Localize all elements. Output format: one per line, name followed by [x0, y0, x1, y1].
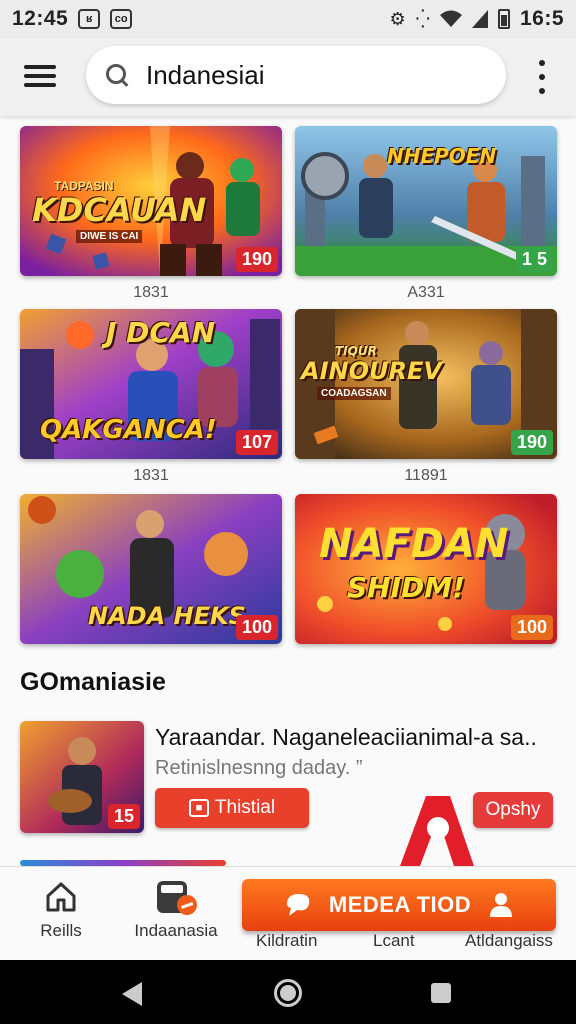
game-badge: 100: [235, 615, 278, 640]
nav-item-kildratin[interactable]: Kildratin: [256, 931, 317, 951]
link-icon: co: [110, 9, 133, 29]
game-subtitle: SHIDM!: [347, 571, 465, 604]
game-title: NHEPOEN: [387, 144, 497, 168]
game-caption: 11891: [404, 467, 448, 484]
featured-subtitle: Retinislnesnng daday. ”: [155, 757, 363, 779]
game-card-6[interactable]: NAFDAN SHIDM! 100: [295, 494, 557, 644]
featured-badge: 15: [107, 804, 140, 829]
install-label: Thistial: [214, 797, 276, 818]
nav-label-store: Indaanasia: [134, 921, 218, 940]
search-input[interactable]: [146, 59, 476, 91]
settings-icon: ⚙: [389, 8, 406, 29]
status-clock: 16:5: [519, 7, 564, 30]
home-circle-icon[interactable]: [274, 979, 302, 1007]
game-caption: 1831: [133, 467, 169, 484]
notification-icon: ʁ: [78, 9, 101, 29]
game-badge: 190: [235, 247, 278, 272]
dots-icon: ⁛: [415, 8, 430, 29]
bottom-navigation: Reills Indaanasia MEDEA TIOD Kildratin L…: [0, 866, 576, 960]
top-app-bar: [0, 38, 576, 116]
game-title: NADA HEKS: [88, 602, 246, 630]
game-badge: 100: [510, 615, 553, 640]
status-left: 12:45 ʁ co: [12, 7, 133, 31]
install-icon: ■: [188, 799, 209, 817]
game-card-2[interactable]: NHEPOEN 1 5: [295, 126, 557, 276]
featured-title: Yaraandar. Naganeleaciianimal-a sa..: [155, 724, 537, 750]
cta-button[interactable]: MEDEA TIOD: [242, 879, 556, 931]
recents-icon[interactable]: [431, 983, 451, 1003]
app-screen: 12:45 ʁ co ⚙ ⁛ 16:5 Indanesiai TADPASIN …: [0, 0, 576, 1024]
game-badge: 107: [235, 430, 278, 455]
more-dot: [539, 60, 545, 66]
user-icon: [490, 893, 513, 917]
more-dot: [539, 74, 545, 80]
menu-line: [24, 74, 56, 78]
install-button[interactable]: ■ Thistial: [155, 788, 309, 828]
signal-icon: [471, 10, 488, 28]
game-card-4[interactable]: TIQUR AINOUREV COADAGSAN 190: [295, 309, 557, 459]
menu-line: [24, 65, 56, 69]
nav-item-store[interactable]: Indaanasia: [128, 877, 224, 941]
game-card-3[interactable]: J DCAN QAKGANCA! 107: [20, 309, 282, 459]
game-badge: 1 5: [515, 247, 553, 272]
status-right: ⚙ ⁛ 16:5: [389, 7, 564, 31]
search-icon: [104, 62, 130, 88]
more-dot: [539, 88, 545, 94]
menu-button[interactable]: [24, 60, 56, 92]
brand-logo-icon: [400, 796, 474, 866]
status-time: 12:45: [12, 7, 69, 30]
battery-icon: [497, 9, 510, 29]
game-title: KDCAUAN: [32, 191, 207, 229]
chat-icon: [286, 894, 310, 916]
game-title: J DCAN: [106, 316, 216, 349]
section-title: GOmaniasie: [20, 668, 166, 696]
nav-label-home: Reills: [40, 921, 82, 940]
search-bar[interactable]: [86, 46, 506, 104]
featured-thumbnail[interactable]: 15: [20, 721, 144, 833]
game-tag: COADAGSAN: [317, 387, 391, 400]
nav-item-atldangaiss[interactable]: Atldangaiss: [465, 931, 553, 951]
game-title: AINOUREV: [301, 357, 442, 385]
open-button[interactable]: Opshy: [473, 792, 553, 828]
more-options-button[interactable]: [535, 60, 549, 94]
wifi-icon: [439, 10, 462, 27]
cta-label: MEDEA TIOD: [328, 892, 472, 917]
game-caption: A331: [407, 284, 445, 301]
home-icon: [36, 877, 86, 917]
system-navigation-bar: [0, 960, 576, 1024]
nav-item-home[interactable]: Reills: [36, 877, 86, 941]
game-card-5[interactable]: NADA HEKS 100: [20, 494, 282, 644]
game-subtitle: QAKGANCA!: [40, 415, 217, 445]
store-icon: [128, 877, 224, 917]
game-card-1[interactable]: TADPASIN KDCAUAN DIWE IS CAI 190: [20, 126, 282, 276]
game-subtitle: TIQUR: [335, 344, 377, 358]
nav-item-lcant[interactable]: Lcant: [373, 931, 415, 951]
status-bar: 12:45 ʁ co ⚙ ⁛ 16:5: [0, 0, 576, 38]
back-icon[interactable]: [122, 982, 142, 1006]
game-badge: 190: [510, 430, 553, 455]
game-tag: DIWE IS CAI: [76, 230, 143, 243]
game-title: NAFDAN: [319, 521, 509, 567]
game-caption: 1831: [133, 284, 169, 301]
menu-line: [24, 83, 56, 87]
